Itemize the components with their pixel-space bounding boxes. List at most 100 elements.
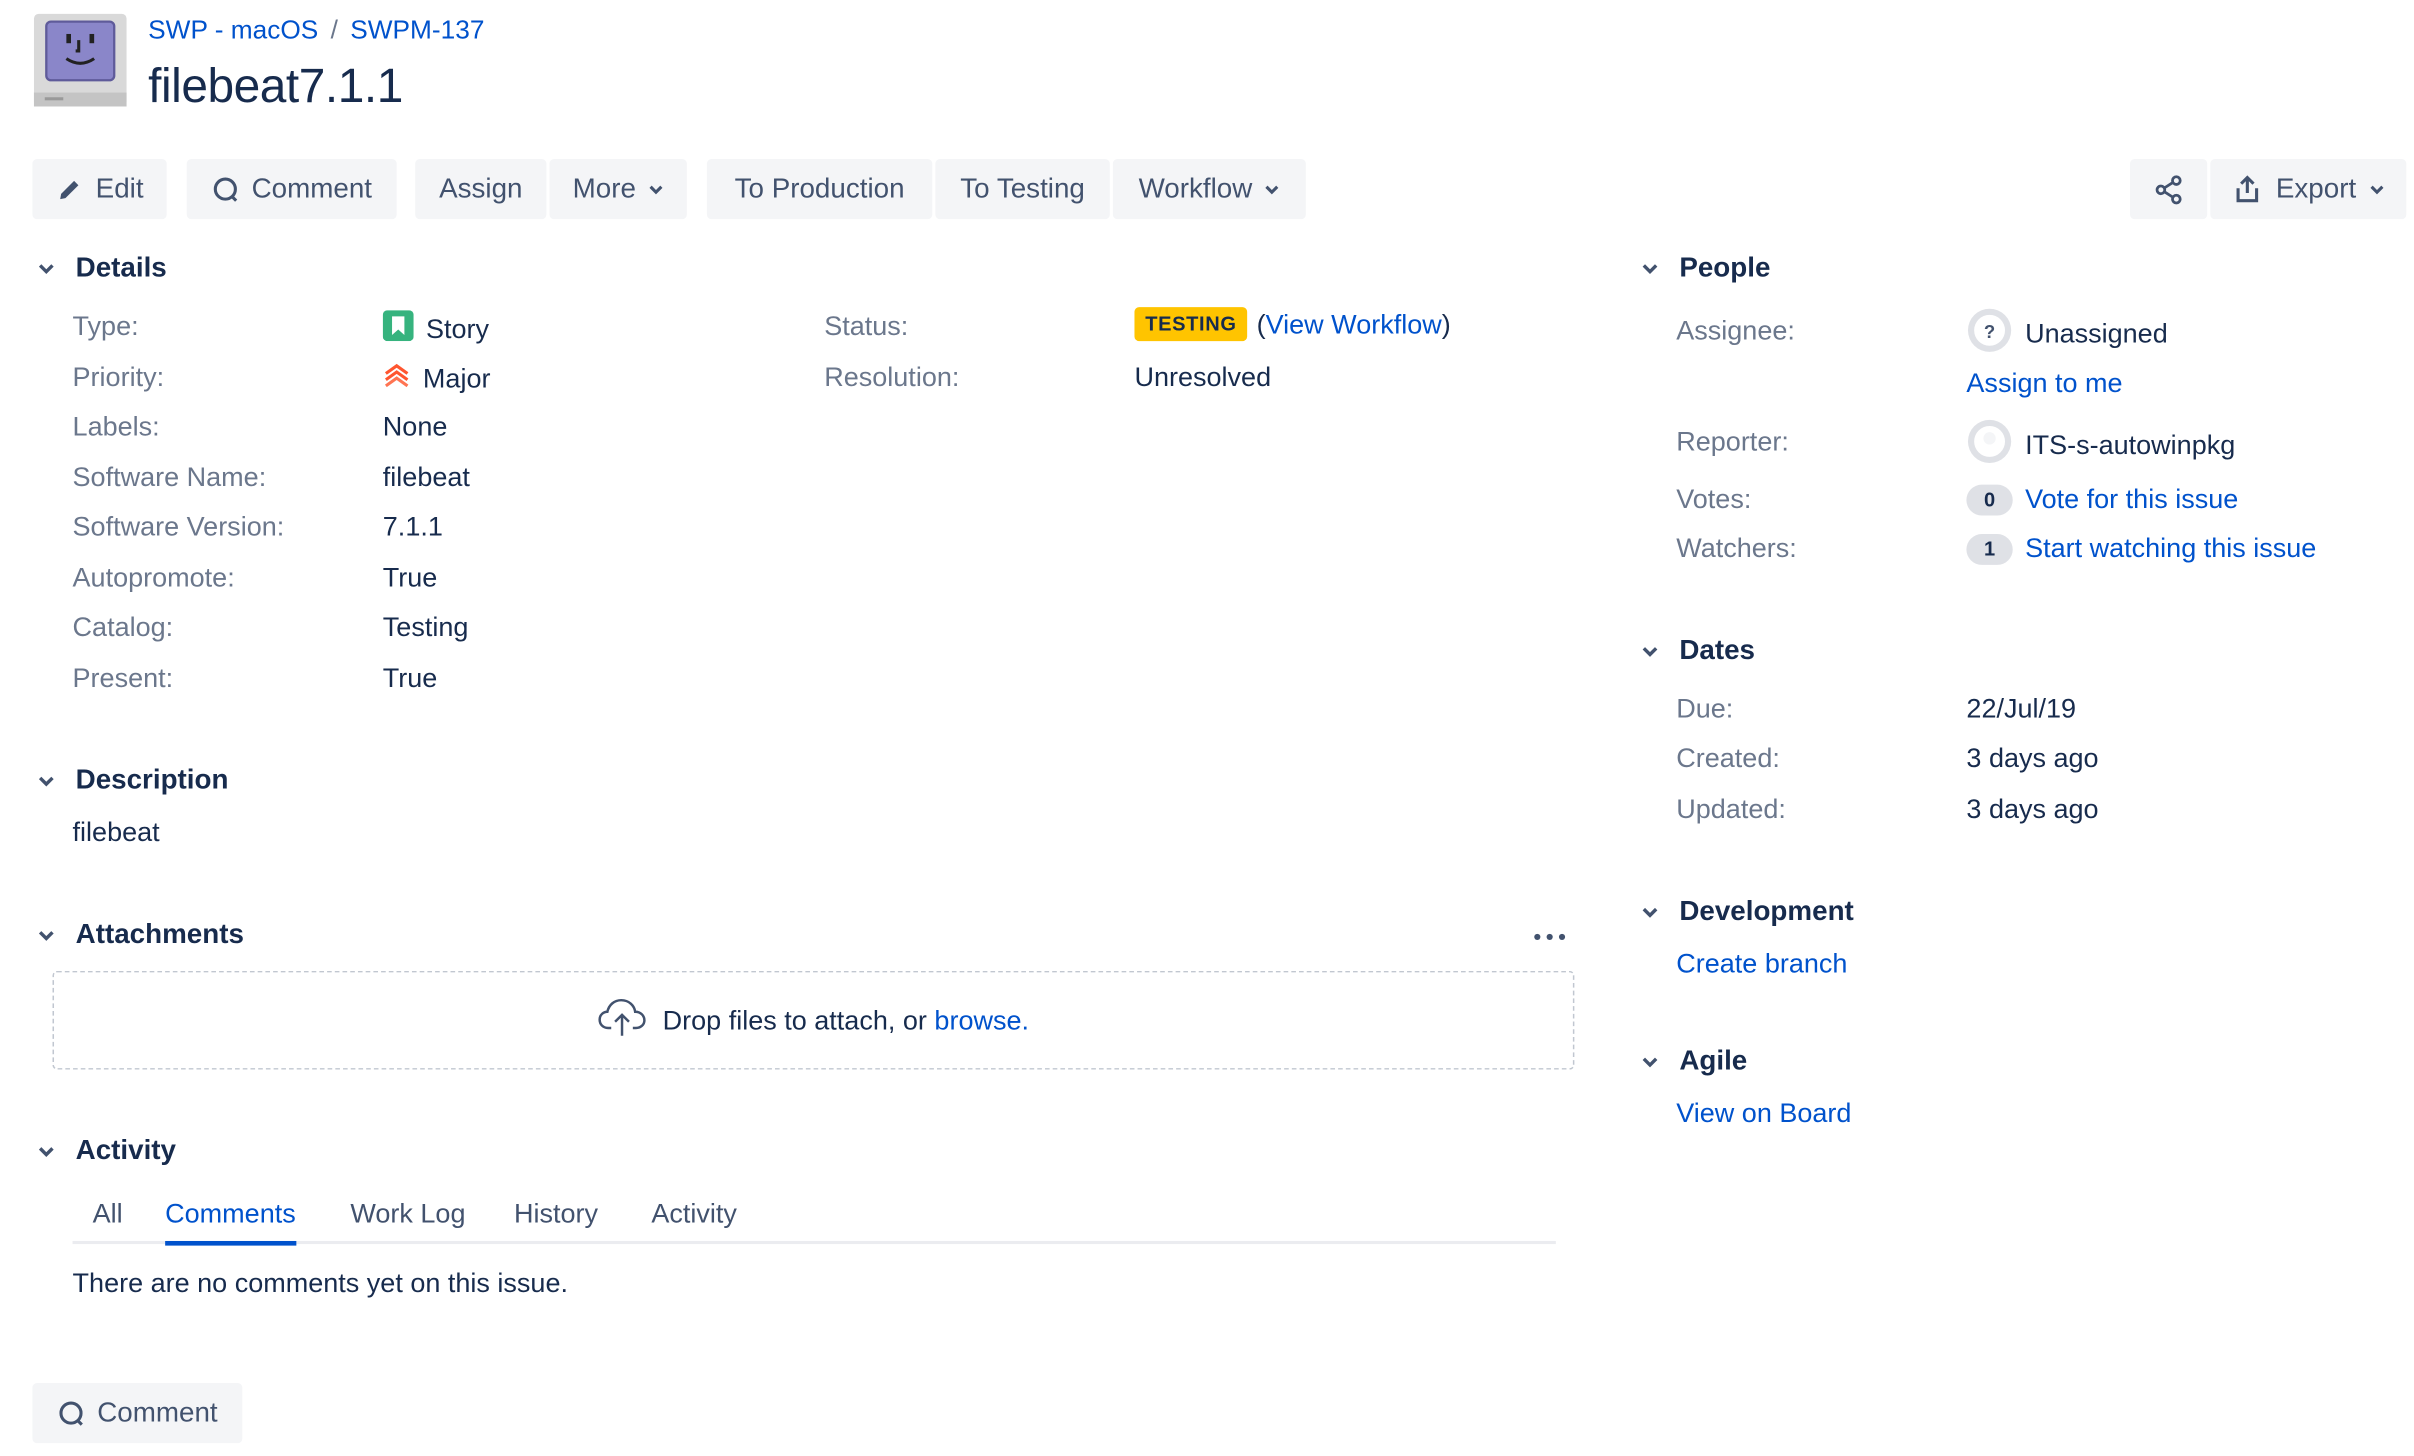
chevron-down-icon[interactable] <box>1636 898 1664 926</box>
share-button[interactable] <box>2130 158 2208 220</box>
description-heading: Description <box>75 764 229 795</box>
activity-section-header[interactable]: Activity <box>32 1134 176 1166</box>
software-version-label: Software Version: <box>72 510 285 542</box>
breadcrumb-project-link[interactable]: SWP - macOS <box>148 15 318 46</box>
agile-section-header[interactable]: Agile <box>1636 1045 1747 1077</box>
export-button-label: Export <box>2275 172 2357 204</box>
chevron-down-icon <box>648 181 663 196</box>
autopromote-value: True <box>382 561 438 593</box>
chevron-down-icon[interactable] <box>32 1137 60 1165</box>
create-branch-link[interactable]: Create branch <box>1676 948 1847 980</box>
to-production-button[interactable]: To Production <box>706 158 933 220</box>
catalog-label: Catalog: <box>72 611 174 643</box>
view-workflow-link[interactable]: View Workflow <box>1266 308 1442 339</box>
tab-all[interactable]: All <box>93 1198 123 1241</box>
tab-work-log[interactable]: Work Log <box>350 1198 465 1241</box>
dates-section-header[interactable]: Dates <box>1636 634 1755 666</box>
project-avatar[interactable] <box>32 12 128 108</box>
type-label: Type: <box>72 310 139 342</box>
attachment-dropzone[interactable]: Drop files to attach, or browse. <box>52 970 1575 1070</box>
resolution-label: Resolution: <box>824 361 960 393</box>
priority-value: Major <box>383 361 491 397</box>
view-on-board-link[interactable]: View on Board <box>1676 1097 1851 1129</box>
tab-activity[interactable]: Activity <box>651 1198 737 1241</box>
vote-link[interactable]: Vote for this issue <box>2025 483 2238 515</box>
details-heading: Details <box>75 251 167 283</box>
reporter-label: Reporter: <box>1676 426 1789 457</box>
details-section-header[interactable]: Details <box>32 251 167 284</box>
chevron-down-icon <box>1265 181 1280 196</box>
activity-heading: Activity <box>75 1134 177 1166</box>
tab-history[interactable]: History <box>514 1198 598 1241</box>
present-label: Present: <box>72 662 174 694</box>
tab-comments[interactable]: Comments <box>165 1198 296 1246</box>
chevron-down-icon[interactable] <box>1636 254 1664 282</box>
chevron-down-icon <box>2369 181 2384 196</box>
watchers-count-badge: 1 <box>1966 533 2013 565</box>
svg-text:?: ? <box>1984 321 1995 342</box>
more-button[interactable]: More <box>549 158 687 220</box>
due-label: Due: <box>1676 693 1734 724</box>
reporter-name: ITS-s-autowinpkg <box>2025 429 2236 460</box>
breadcrumb-issue-key-link[interactable]: SWPM-137 <box>350 15 484 46</box>
description-text[interactable]: filebeat <box>73 817 160 849</box>
drop-files-text: Drop files to attach, or browse. <box>663 1004 1029 1036</box>
browse-link[interactable]: browse. <box>934 1004 1029 1035</box>
issue-title[interactable]: filebeat7.1.1 <box>148 59 403 115</box>
to-testing-button[interactable]: To Testing <box>935 158 1110 220</box>
watch-link[interactable]: Start watching this issue <box>2025 533 2316 565</box>
comment-icon <box>57 1399 85 1427</box>
assign-to-me-link[interactable]: Assign to me <box>1966 367 2122 399</box>
assign-button[interactable]: Assign <box>415 158 547 220</box>
priority-value-text: Major <box>422 362 491 394</box>
votes-value: 0 Vote for this issue <box>1966 483 2238 515</box>
export-icon <box>2233 174 2264 205</box>
breadcrumb-separator: / <box>330 15 338 45</box>
type-value: Story <box>382 310 490 349</box>
chevron-down-icon[interactable] <box>32 921 60 949</box>
labels-value[interactable]: None <box>383 411 448 443</box>
edit-button[interactable]: Edit <box>32 158 167 220</box>
comment-button[interactable]: Comment <box>186 158 397 220</box>
reporter-value[interactable]: ITS-s-autowinpkg <box>1966 418 2235 472</box>
comment-button-label: Comment <box>251 172 373 204</box>
export-button[interactable]: Export <box>2210 158 2407 220</box>
chevron-down-icon[interactable] <box>1636 637 1664 665</box>
share-icon <box>2153 174 2184 205</box>
updated-value: 3 days ago <box>1966 793 2099 825</box>
priority-label: Priority: <box>72 361 165 393</box>
attachments-section-header[interactable]: Attachments <box>32 918 244 950</box>
status-label: Status: <box>824 310 909 342</box>
add-comment-button[interactable]: Comment <box>32 1382 243 1444</box>
votes-label: Votes: <box>1676 483 1752 514</box>
votes-count-badge: 0 <box>1966 483 2013 515</box>
type-value-text: Story <box>426 313 490 345</box>
pencil-icon <box>56 175 84 203</box>
more-button-label: More <box>572 172 636 204</box>
created-value: 3 days ago <box>1966 742 2099 774</box>
autopromote-label: Autopromote: <box>72 561 235 593</box>
unassigned-avatar-icon: ? <box>1966 307 2012 361</box>
updated-label: Updated: <box>1676 793 1786 825</box>
development-section-header[interactable]: Development <box>1636 895 1854 927</box>
people-section-header[interactable]: People <box>1636 252 1770 284</box>
chevron-down-icon[interactable] <box>32 766 60 794</box>
software-name-label: Software Name: <box>72 461 267 493</box>
software-name-value: filebeat <box>382 461 470 493</box>
development-heading: Development <box>1679 895 1854 927</box>
cloud-upload-icon <box>598 996 647 1044</box>
view-workflow-wrapper: (View Workflow) <box>1256 307 1451 339</box>
user-avatar-icon <box>1966 418 2012 472</box>
more-options-icon[interactable] <box>1528 920 1571 959</box>
chevron-down-icon[interactable] <box>32 254 60 282</box>
priority-major-icon <box>383 361 411 397</box>
assignee-name: Unassigned <box>2025 317 2168 349</box>
to-testing-label: To Testing <box>960 172 1085 204</box>
assignee-value[interactable]: ? Unassigned <box>1966 307 2168 361</box>
catalog-value: Testing <box>382 611 469 643</box>
workflow-button[interactable]: Workflow <box>1112 158 1306 220</box>
description-section-header[interactable]: Description <box>32 764 228 796</box>
chevron-down-icon[interactable] <box>1636 1047 1664 1075</box>
status-badge: TESTING <box>1134 307 1248 342</box>
resolution-value: Unresolved <box>1134 361 1272 393</box>
